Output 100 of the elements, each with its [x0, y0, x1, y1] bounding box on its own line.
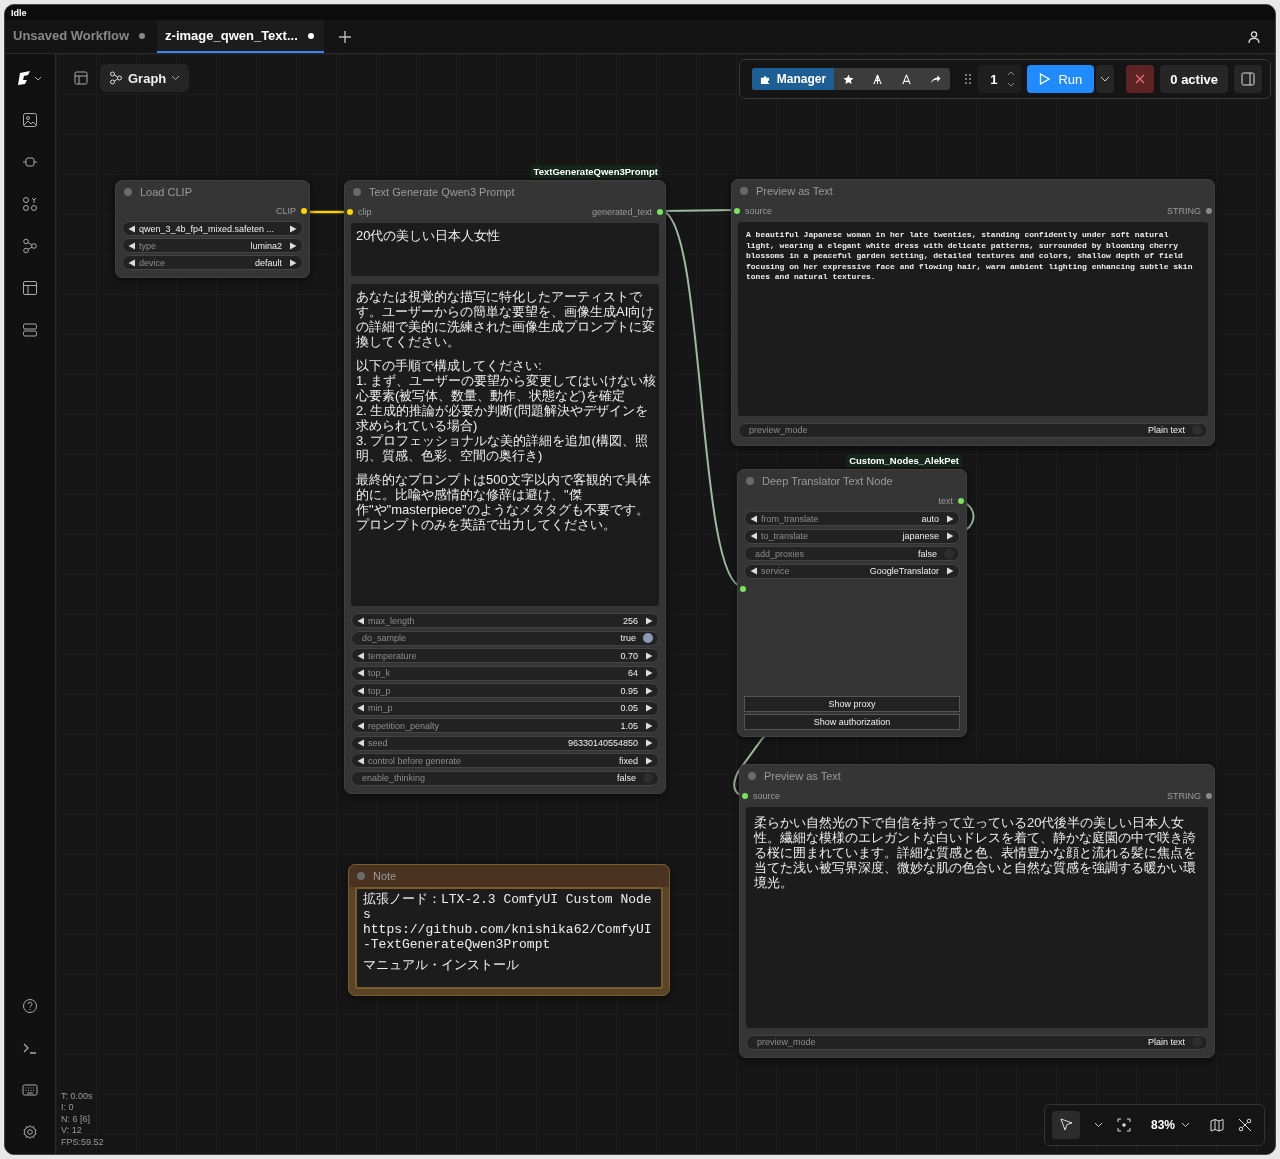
manager-button[interactable]: Manager	[751, 68, 835, 90]
arrow-right-icon[interactable]	[946, 567, 954, 576]
star-icon[interactable]	[843, 73, 855, 85]
node-header[interactable]: Load CLIP	[116, 181, 309, 203]
number-widget[interactable]: repetition_penalty 1.05	[351, 718, 659, 734]
close-icon[interactable]	[1126, 65, 1155, 93]
number-widget[interactable]: temperature 0.70	[351, 648, 659, 664]
layout-icon[interactable]	[74, 71, 88, 85]
widget-value: 1.05	[620, 720, 638, 731]
widget-value: 0.70	[620, 650, 638, 661]
text-line: 3. プロフェッショナルな美的詳細を追加(構図、照明、質感、色彩、空間の奥行き)	[356, 433, 649, 463]
user-icon[interactable]	[1247, 29, 1261, 44]
number-widget[interactable]: min_p 0.05	[351, 700, 659, 716]
node-header[interactable]: Preview as Text	[732, 180, 1214, 202]
fit-view-icon[interactable]	[1116, 1118, 1131, 1132]
list-icon[interactable]	[22, 322, 38, 338]
toggle-widget[interactable]: preview_mode Plain text	[738, 422, 1208, 438]
node-header[interactable]: Note	[349, 865, 669, 887]
toggle-knob-icon[interactable]	[944, 548, 954, 559]
map-icon[interactable]	[1210, 1118, 1224, 1132]
slot-label: STRING	[1167, 791, 1201, 801]
node-button[interactable]: Show authorization	[744, 714, 960, 730]
number-widget[interactable]: seed 96330140554850	[351, 735, 659, 751]
combo-widget[interactable]: device default	[122, 255, 303, 270]
nodes-icon[interactable]	[22, 196, 38, 212]
text-line: 1. まず、ユーザーの要望から変更してはいけない核心要素(被写体、数量、動作、状態など)を確定	[356, 373, 657, 403]
toggle-widget[interactable]: do_sample true	[351, 630, 659, 646]
stat-text: T: 0.00s	[61, 1090, 94, 1102]
number-widget[interactable]: top_k 64	[351, 665, 659, 681]
slot-label: clip	[358, 207, 372, 217]
node-dot-icon	[124, 187, 132, 196]
stat-text: I: 0	[61, 1102, 75, 1114]
logo-icon[interactable]	[17, 70, 43, 86]
combo-widget[interactable]: type lumina2	[122, 238, 303, 253]
number-widget[interactable]: max_length 256	[351, 613, 659, 629]
widget-label: to_translate	[761, 531, 810, 542]
toggle-knob-icon[interactable]	[1192, 425, 1202, 436]
node-dot-icon	[746, 477, 754, 485]
toggle-widget[interactable]: enable_thinking false	[351, 770, 659, 786]
image-icon[interactable]	[22, 112, 38, 128]
template-icon[interactable]	[22, 280, 38, 296]
node-header[interactable]: Preview as Text	[740, 765, 1214, 787]
arrow-left-icon[interactable]	[357, 616, 365, 625]
output-slot-icon[interactable]	[301, 208, 307, 215]
play-icon	[1039, 73, 1051, 85]
stat-text: FPS:59.52	[61, 1136, 104, 1148]
widget-label: do_sample	[362, 633, 408, 644]
plus-icon[interactable]	[337, 29, 352, 44]
workflow-icon[interactable]	[22, 238, 38, 254]
widget-value: 0.95	[620, 685, 638, 696]
combo-widget[interactable]: service GoogleTranslator	[744, 563, 960, 579]
share-arrow-icon[interactable]	[930, 73, 942, 85]
panel-icon[interactable]	[1234, 65, 1262, 93]
toggle-knob-icon[interactable]	[643, 633, 653, 644]
input-slot-icon[interactable]	[734, 208, 740, 214]
widget-value: japanese	[902, 531, 939, 542]
combo-widget[interactable]: qwen_3_4b_fp4_mixed.safeten ...	[122, 221, 303, 236]
settings-icon[interactable]	[22, 1124, 38, 1140]
spinner-icon[interactable]	[1007, 69, 1016, 89]
arrow-left-icon[interactable]	[750, 567, 758, 576]
combo-widget[interactable]: control before generate fixed	[351, 753, 659, 769]
output-slot-icon[interactable]	[657, 209, 663, 215]
text-line: 2. 生成的推論が必要か判断(問題解決やデザインを求められている場合)	[356, 403, 649, 433]
keyboard-icon[interactable]	[22, 1082, 38, 1098]
input-slot-icon[interactable]	[347, 209, 353, 215]
node-header[interactable]: Deep Translator Text Node	[738, 470, 966, 492]
toggle-knob-icon[interactable]	[1192, 1037, 1202, 1048]
workflow-tab[interactable]: Unsaved Workflow	[5, 20, 156, 53]
workflow-tab[interactable]: z-image_qwen_Text...	[157, 20, 324, 53]
toggle-widget[interactable]: preview_mode Plain text	[746, 1034, 1208, 1050]
widget-value: fixed	[619, 755, 638, 766]
output-slot-icon[interactable]	[958, 498, 964, 504]
widget-value: Plain text	[1147, 425, 1185, 436]
arrow-right-icon[interactable]	[645, 616, 653, 625]
widget-label: enable_thinking	[362, 773, 427, 784]
node-badge: TextGenerateQwen3Prompt	[530, 165, 661, 178]
number-widget[interactable]: top_p 0.95	[351, 683, 659, 699]
combo-widget[interactable]: from_translate auto	[744, 511, 960, 527]
node-dot-icon	[740, 187, 748, 195]
combo-widget[interactable]: to_translate japanese	[744, 528, 960, 544]
graph-view-button[interactable]: Graph	[100, 64, 190, 92]
zoom-button[interactable]: 83%	[1144, 1117, 1196, 1133]
text-area[interactable]	[351, 284, 659, 606]
widget-value: false	[918, 548, 937, 559]
pointer-icon[interactable]	[1051, 1111, 1080, 1139]
input-slot-icon[interactable]	[742, 793, 748, 799]
toggle-widget[interactable]: add_proxies false	[744, 546, 960, 562]
help-icon[interactable]	[22, 998, 38, 1014]
text-area[interactable]: 20代の美しい日本人女性	[351, 223, 659, 276]
node-button[interactable]: Show proxy	[744, 696, 960, 712]
caret-icon[interactable]	[1093, 1122, 1103, 1128]
toggle-knob-icon[interactable]	[643, 773, 653, 784]
node-header[interactable]: Text Generate Qwen3 Prompt	[345, 181, 665, 203]
queue-count-field[interactable]: 1	[978, 65, 1022, 93]
caret-icon	[171, 75, 181, 81]
hide-links-icon[interactable]	[1238, 1118, 1252, 1132]
input-slot-icon[interactable]	[740, 586, 746, 592]
drag-handle-icon[interactable]	[964, 73, 973, 85]
node-dot-icon	[353, 188, 361, 196]
active-jobs-button[interactable]: 0 active	[1160, 65, 1228, 93]
